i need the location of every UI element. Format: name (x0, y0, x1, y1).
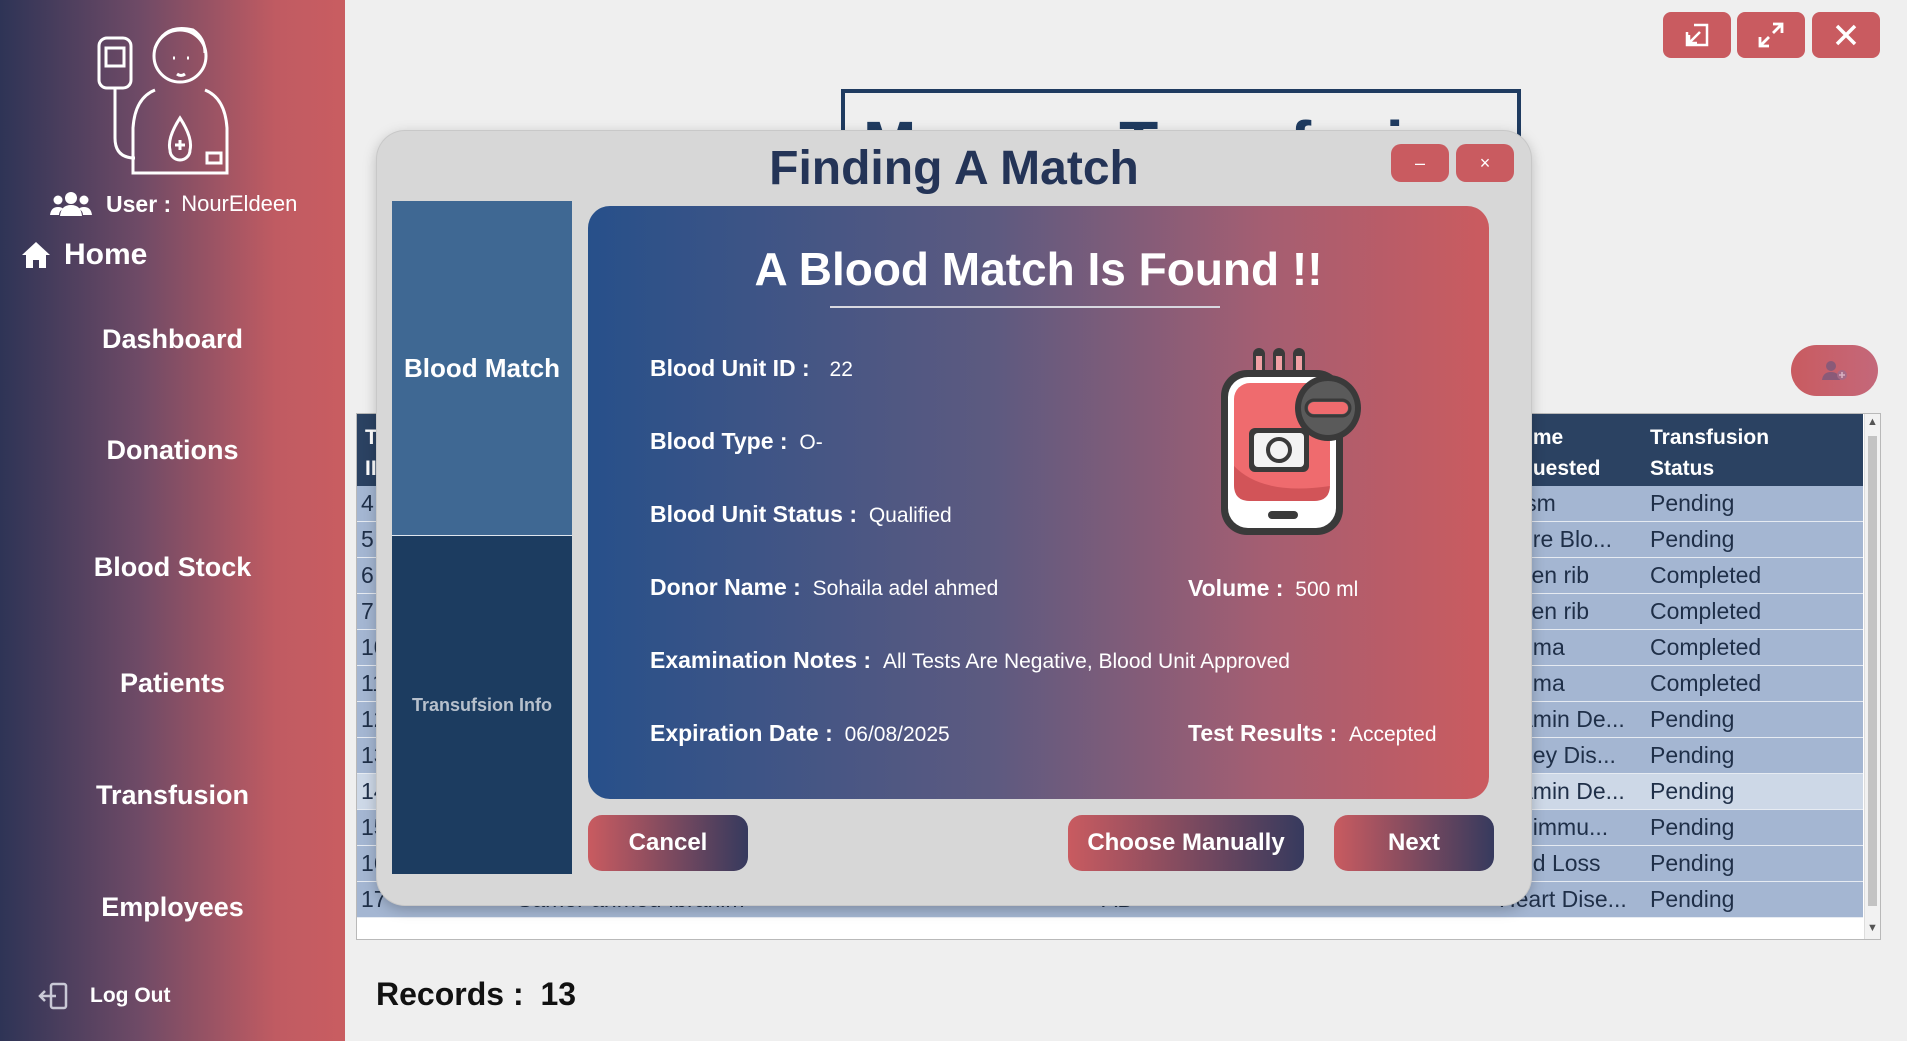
dialog-title: Finding A Match (769, 142, 1139, 195)
next-button[interactable]: Next (1334, 815, 1494, 871)
users-icon (50, 192, 92, 216)
field-unit-status: Blood Unit Status : Qualified (650, 501, 952, 528)
scroll-thumb[interactable] (1868, 436, 1877, 906)
header-volume: ume quested (1520, 426, 1601, 480)
header-status: Transfusion Status (1650, 426, 1770, 480)
match-card: A Blood Match Is Found !! Blood Unit ID … (588, 206, 1489, 799)
cell-id: 7 (361, 598, 374, 624)
maximize-button[interactable] (1737, 12, 1805, 58)
user-name: NourEldeen (181, 191, 298, 216)
test-results-label: Test Results : (1188, 720, 1338, 746)
minimize-icon: – (1414, 152, 1425, 173)
sidebar: User : NourEldeen Home Dashboard Donatio… (0, 0, 345, 1041)
tab-blood-match[interactable]: Blood Match (392, 201, 572, 536)
maximize-icon (1758, 22, 1784, 48)
dialog-close-button[interactable]: × (1456, 144, 1514, 182)
close-icon (1835, 24, 1857, 46)
blood-type-value: O- (799, 431, 823, 454)
finding-match-dialog: Finding A Match – × Blood Match Transufs… (377, 131, 1531, 905)
donor-name-label: Donor Name : (650, 574, 801, 600)
exam-notes-label: Examination Notes : (650, 647, 872, 673)
cell-status: Pending (1650, 814, 1735, 840)
choose-manually-button[interactable]: Choose Manually (1068, 815, 1304, 871)
restore-window-icon (1685, 23, 1709, 47)
cell-status: Pending (1650, 742, 1735, 768)
volume-label: Volume : (1188, 575, 1284, 601)
cell-reason: amin De... (1520, 706, 1625, 732)
cell-reason: ney Dis... (1520, 742, 1616, 768)
cell-status: Pending (1650, 886, 1735, 912)
records-count: Records : 13 (376, 976, 576, 1013)
cancel-button[interactable]: Cancel (588, 815, 748, 871)
nav-home[interactable]: Home (20, 238, 147, 272)
unit-status-label: Blood Unit Status : (650, 501, 857, 527)
tab-transfusion-info[interactable]: Transufsion Info (392, 537, 572, 874)
dialog-tabs: Blood Match Transufsion Info (392, 201, 572, 874)
dialog-minimize-button[interactable]: – (1391, 144, 1449, 182)
logout-label: Log Out (90, 984, 171, 1007)
nav-employees[interactable]: Employees (0, 892, 345, 923)
field-donor-name: Donor Name : Sohaila adel ahmed (650, 574, 998, 601)
field-unit-id: Blood Unit ID : 22 (650, 355, 853, 382)
test-results-value: Accepted (1348, 723, 1437, 746)
expiration-value: 06/08/2025 (844, 723, 950, 746)
donor-name-value: Sohaila adel ahmed (812, 577, 999, 600)
records-label: Records : (376, 976, 524, 1012)
cell-id: 4 (361, 490, 374, 516)
scroll-up-icon[interactable]: ▲ (1867, 416, 1878, 428)
cell-status: Pending (1650, 706, 1735, 732)
user-row: User : NourEldeen (50, 190, 297, 218)
cell-status: Pending (1650, 526, 1735, 552)
cell-status: Completed (1650, 562, 1762, 588)
nav-transfusion[interactable]: Transfusion (0, 780, 345, 811)
add-transfusion-button[interactable] (1791, 345, 1878, 396)
nav-patients[interactable]: Patients (0, 668, 345, 699)
logout-icon (38, 982, 68, 1010)
cell-status: Pending (1650, 490, 1735, 516)
headline-divider (830, 306, 1220, 308)
expiration-label: Expiration Date : (650, 720, 833, 746)
cell-status: Pending (1650, 850, 1735, 876)
field-volume: Volume : 500 ml (1188, 575, 1358, 602)
restore-window-button[interactable] (1663, 12, 1731, 58)
nav-dashboard[interactable]: Dashboard (0, 324, 345, 355)
table-scrollbar[interactable]: ▲ ▼ (1864, 414, 1880, 939)
cell-status: Completed (1650, 634, 1762, 660)
blood-type-label: Blood Type : (650, 428, 788, 454)
cell-id: 5 (361, 526, 374, 552)
add-user-icon (1821, 360, 1847, 380)
nav-blood-stock[interactable]: Blood Stock (0, 552, 345, 583)
unit-status-value: Qualified (868, 504, 952, 527)
cell-reason: od Loss (1520, 850, 1601, 876)
close-window-button[interactable] (1812, 12, 1880, 58)
user-label: User : (106, 190, 172, 217)
unit-id-label: Blood Unit ID : (650, 355, 810, 381)
close-icon: × (1479, 152, 1491, 173)
home-icon (22, 242, 50, 268)
field-blood-type: Blood Type : O- (650, 428, 823, 455)
unit-id-value: 22 (829, 358, 853, 381)
field-test-results: Test Results : Accepted (1188, 720, 1437, 747)
exam-notes-value: All Tests Are Negative, Blood Unit Appro… (882, 650, 1290, 673)
blood-bag-minus-icon (1221, 348, 1361, 535)
cell-id: 6 (361, 562, 374, 588)
nav-home-label: Home (64, 238, 148, 271)
nav-donations[interactable]: Donations (0, 435, 345, 466)
scroll-down-icon[interactable]: ▼ (1867, 922, 1878, 934)
records-value: 13 (540, 976, 577, 1012)
match-headline: A Blood Match Is Found !! (754, 243, 1323, 295)
blood-donor-avatar-icon (97, 27, 229, 175)
cell-reason: ere Blo... (1520, 526, 1613, 552)
field-expiration-date: Expiration Date : 06/08/2025 (650, 720, 950, 747)
cell-status: Pending (1650, 778, 1735, 804)
cell-status: Completed (1650, 598, 1762, 624)
cell-status: Completed (1650, 670, 1762, 696)
volume-value: 500 ml (1295, 578, 1359, 601)
header-id: T II (365, 426, 378, 480)
field-exam-notes: Examination Notes : All Tests Are Negati… (650, 647, 1290, 674)
logout-button[interactable]: Log Out (38, 982, 170, 1010)
cell-reason: amin De... (1520, 778, 1625, 804)
cell-reason: oimmu... (1520, 814, 1609, 840)
